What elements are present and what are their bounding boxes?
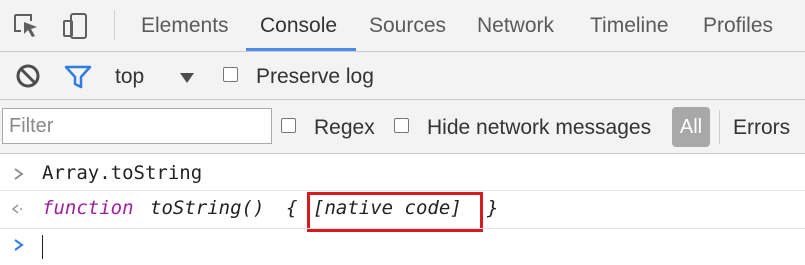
line-divider: [0, 228, 805, 229]
tab-elements[interactable]: Elements: [141, 0, 229, 51]
level-errors-button[interactable]: Errors: [733, 116, 790, 140]
line-divider: [0, 190, 805, 191]
result-open-brace: {: [286, 197, 298, 219]
filter-icon[interactable]: [64, 64, 92, 90]
device-mode-icon[interactable]: [60, 10, 92, 42]
hide-network-checkbox[interactable]: [394, 118, 409, 133]
hide-network-label: Hide network messages: [427, 116, 652, 139]
toolbar-divider: [114, 10, 115, 40]
context-selector[interactable]: top: [115, 65, 144, 89]
preserve-log-label: Preserve log: [256, 65, 374, 88]
clear-console-icon[interactable]: [15, 63, 41, 89]
console-output: Array.toString function toString() { [na…: [0, 154, 805, 264]
regex-label: Regex: [314, 116, 375, 139]
tab-timeline[interactable]: Timeline: [590, 0, 669, 51]
console-toolbar: top Preserve log: [0, 52, 805, 100]
result-arrow-icon: [10, 202, 24, 216]
preserve-log-checkbox[interactable]: [223, 67, 238, 82]
devtools-tabbar: Elements Console Sources Network Timelin…: [0, 0, 805, 52]
tab-profiles[interactable]: Profiles: [703, 0, 773, 51]
result-close-brace: }: [487, 197, 499, 219]
tab-console[interactable]: Console: [260, 0, 337, 51]
tab-network[interactable]: Network: [477, 0, 554, 51]
active-tab-indicator: [246, 48, 356, 51]
prompt-chevron-icon: [12, 238, 26, 252]
result-function-name: toString(): [150, 197, 265, 219]
level-all-button[interactable]: All: [672, 107, 710, 147]
dropdown-arrow-icon[interactable]: [179, 71, 195, 83]
filter-bar: Regex Hide network messages All Errors: [0, 100, 805, 154]
filter-input[interactable]: [2, 108, 272, 144]
regex-checkbox[interactable]: [281, 118, 296, 133]
filter-divider: [719, 110, 720, 144]
input-chevron-icon: [12, 167, 26, 181]
tab-sources[interactable]: Sources: [369, 0, 446, 51]
highlight-box: [307, 192, 483, 232]
text-caret: [42, 235, 43, 259]
result-keyword: function: [42, 197, 134, 219]
inspect-element-icon[interactable]: [10, 10, 42, 42]
console-input-line: Array.toString: [42, 162, 203, 184]
